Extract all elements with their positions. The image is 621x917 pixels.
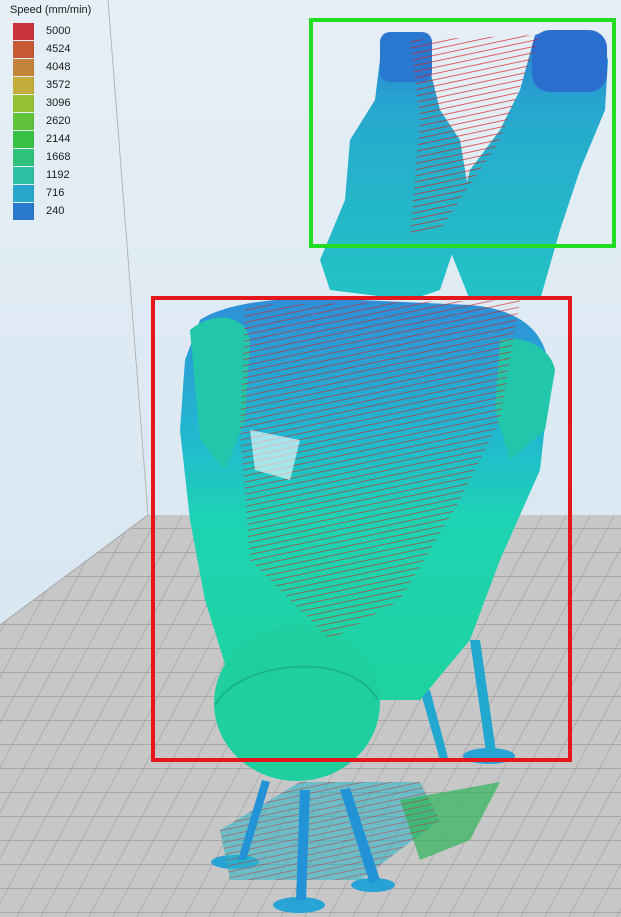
legend-swatch (13, 94, 34, 112)
legend-swatch (13, 58, 34, 76)
legend-label: 4524 (46, 43, 71, 55)
legend-swatch (13, 76, 34, 94)
legend-label: 3096 (46, 97, 71, 109)
speed-legend: Speed (mm/min) 5000 4524 4048 3572 3096 2620 2… (6, 4, 116, 220)
legend-item: 3572 (6, 76, 116, 94)
legend-item: 2144 (6, 130, 116, 148)
legend-label: 716 (46, 187, 65, 199)
legend-item: 4048 (6, 58, 116, 76)
legend-item: 1668 (6, 148, 116, 166)
legend-label: 3572 (46, 79, 71, 91)
legend-label: 2620 (46, 115, 71, 127)
legend-swatch (13, 202, 34, 220)
legend-item: 4524 (6, 40, 116, 58)
legend-swatch (13, 112, 34, 130)
legend-swatch (13, 184, 34, 202)
legend-swatch (13, 166, 34, 184)
legend-swatch (13, 130, 34, 148)
legend-swatch (13, 148, 34, 166)
legend-item: 240 (6, 202, 116, 220)
legend-label: 1668 (46, 151, 71, 163)
legend-item: 3096 (6, 94, 116, 112)
legend-item: 1192 (6, 166, 116, 184)
legend-swatch (13, 22, 34, 40)
legend-label: 4048 (46, 61, 71, 73)
legend-item: 2620 (6, 112, 116, 130)
legend-swatch (13, 40, 34, 58)
legend-label: 240 (46, 205, 65, 217)
legend-label: 1192 (46, 169, 70, 181)
3d-viewport[interactable]: Speed (mm/min) 5000 4524 4048 3572 3096 2620 2… (0, 0, 621, 917)
legend-label: 2144 (46, 133, 71, 145)
legend-title: Speed (mm/min) (10, 4, 92, 16)
legend-item: 716 (6, 184, 116, 202)
legend-item: 5000 (6, 22, 116, 40)
legend-label: 5000 (46, 25, 71, 37)
